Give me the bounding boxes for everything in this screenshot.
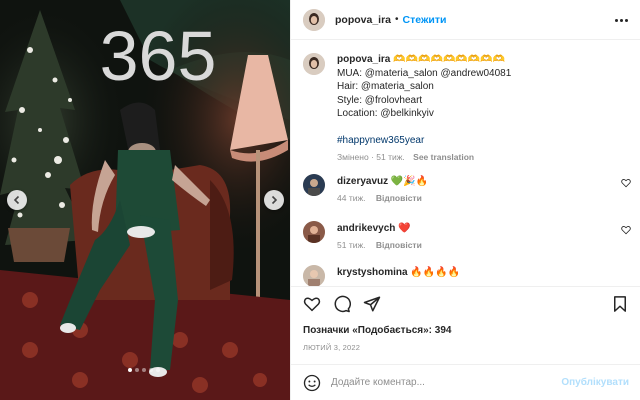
comment-item: krystyshomina 🔥🔥🔥🔥 — [303, 265, 633, 286]
comment-text: 🔥🔥🔥🔥 — [410, 267, 461, 278]
caption-line: Location: @belkinkyiv — [337, 108, 434, 119]
caption-username[interactable]: popova_ira — [337, 54, 390, 65]
caption-line: Style: @frolovheart — [337, 94, 423, 106]
carousel-dot — [142, 368, 146, 372]
emoji-icon[interactable] — [303, 374, 321, 392]
author-avatar[interactable] — [303, 8, 325, 31]
likes-number: 394 — [434, 325, 452, 336]
carousel-dot — [135, 368, 139, 372]
chevron-left-icon — [13, 195, 20, 205]
comment-username[interactable]: dizeryavuz — [337, 176, 388, 187]
more-icon — [615, 18, 618, 22]
comment-username[interactable]: krystyshomina — [337, 267, 408, 278]
comments-section[interactable]: popova_ira 🫶🫶🫶🫶🫶🫶🫶🫶🫶 MUA: @materia_salon… — [291, 41, 640, 286]
heart-icon[interactable] — [621, 178, 631, 188]
bookmark-icon[interactable] — [611, 295, 629, 313]
comment-time: 44 тиж. — [337, 193, 366, 203]
post-date: ЛЮТИЙ 3, 2022 — [303, 343, 361, 352]
post-image[interactable]: 365 — [0, 0, 290, 400]
carousel-dot — [156, 368, 160, 372]
post-header: popova_ira • Стежити — [291, 0, 640, 40]
post-actions: Позначки «Подобається»: 394 ЛЮТИЙ 3, 202… — [291, 286, 640, 360]
comment-text: 💚🎉🔥 — [390, 176, 429, 187]
carousel-indicator — [128, 368, 160, 372]
previous-slide-button[interactable] — [7, 190, 27, 210]
post-comment-button[interactable]: Опублікувати — [561, 377, 629, 388]
follow-button[interactable]: Стежити — [403, 14, 447, 26]
comment-avatar[interactable] — [303, 265, 325, 286]
more-options-button[interactable] — [615, 14, 629, 26]
heart-icon[interactable] — [303, 295, 321, 313]
comment-text: ❤️ — [398, 223, 411, 234]
carousel-dot — [128, 368, 132, 372]
caption-avatar[interactable] — [303, 53, 325, 75]
next-slide-button[interactable] — [264, 190, 284, 210]
chevron-right-icon — [271, 195, 278, 205]
likes-label: Позначки «Подобається»: — [303, 325, 432, 336]
header-separator: • — [395, 14, 399, 25]
post-details-panel: popova_ira • Стежити popova_ira 🫶🫶🫶🫶🫶🫶🫶🫶… — [290, 0, 640, 400]
post-photo: 365 — [0, 0, 290, 400]
author-username[interactable]: popova_ira — [335, 14, 391, 26]
comment-time: 51 тиж. — [337, 240, 366, 250]
caption-line: MUA: @materia_salon @andrew04081 — [337, 67, 512, 79]
likes-count[interactable]: Позначки «Подобається»: 394 — [303, 325, 451, 336]
see-translation-link[interactable]: See translation — [413, 152, 474, 162]
comment-item: dizeryavuz 💚🎉🔥 44 тиж. Відповісти — [303, 174, 633, 214]
caption-hashtag[interactable]: #happynew365year — [337, 134, 633, 148]
comment-input[interactable] — [331, 377, 561, 388]
comment-icon[interactable] — [333, 295, 351, 313]
comment-item: andrikevych ❤️ 51 тиж. Відповісти — [303, 221, 633, 261]
caption-line: Hair: @materia_salon — [337, 81, 434, 92]
share-icon[interactable] — [363, 295, 381, 313]
carousel-dot — [149, 368, 153, 372]
reply-button[interactable]: Відповісти — [376, 240, 422, 250]
heart-icon[interactable] — [621, 225, 631, 235]
reply-button[interactable]: Відповісти — [376, 193, 422, 203]
add-comment-bar: Опублікувати — [291, 364, 640, 400]
caption-title: 🫶🫶🫶🫶🫶🫶🫶🫶🫶 — [393, 54, 506, 65]
comment-username[interactable]: andrikevych — [337, 223, 395, 234]
image-overlay-text: 365 — [100, 17, 217, 95]
comment-avatar[interactable] — [303, 174, 325, 196]
caption-meta: Змінено · 51 тиж. — [337, 152, 405, 162]
comment-avatar[interactable] — [303, 221, 325, 243]
